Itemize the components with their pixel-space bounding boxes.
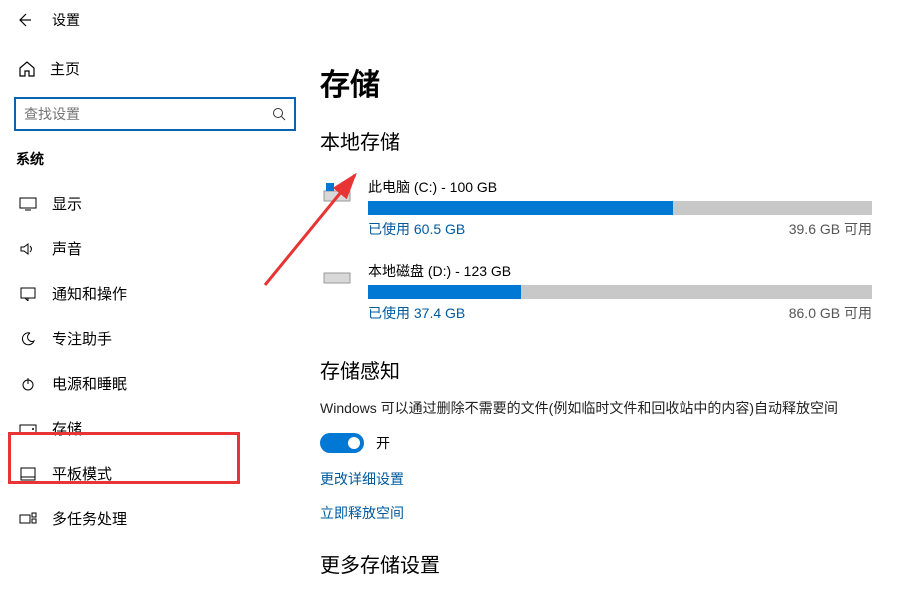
sidebar: 主页 系统 显示 声音 通知和操作 专注助手 电源和睡眠 <box>0 40 310 597</box>
link-change-settings[interactable]: 更改详细设置 <box>320 469 872 489</box>
search-input[interactable] <box>24 106 272 122</box>
nav-label: 电源和睡眠 <box>52 373 127 394</box>
more-storage-heading: 更多存储设置 <box>320 549 872 578</box>
nav-label: 通知和操作 <box>52 283 127 304</box>
drive-c-name: 此电脑 (C:) - 100 GB <box>368 177 872 197</box>
nav-label: 存储 <box>52 418 82 439</box>
drive-d[interactable]: 本地磁盘 (D:) - 123 GB 已使用 37.4 GB 86.0 GB 可… <box>320 257 872 327</box>
power-icon <box>18 376 38 392</box>
sidebar-item-multitask[interactable]: 多任务处理 <box>14 496 296 541</box>
search-icon <box>272 107 286 121</box>
window-title: 设置 <box>52 10 80 30</box>
drive-c[interactable]: 此电脑 (C:) - 100 GB 已使用 60.5 GB 39.6 GB 可用 <box>320 173 872 243</box>
sound-icon <box>18 242 38 256</box>
search-input-box[interactable] <box>14 97 296 131</box>
sidebar-home[interactable]: 主页 <box>14 50 296 87</box>
drive-d-used: 已使用 37.4 GB <box>368 303 465 323</box>
drive-d-name: 本地磁盘 (D:) - 123 GB <box>368 261 872 281</box>
notification-icon <box>18 287 38 301</box>
drive-d-bar <box>368 285 872 299</box>
sidebar-item-focus[interactable]: 专注助手 <box>14 316 296 361</box>
sidebar-item-notifications[interactable]: 通知和操作 <box>14 271 296 316</box>
sidebar-home-label: 主页 <box>50 58 80 79</box>
nav-label: 显示 <box>52 193 82 214</box>
sidebar-item-tablet[interactable]: 平板模式 <box>14 451 296 496</box>
multitask-icon <box>18 512 38 526</box>
sidebar-section-label: 系统 <box>14 149 296 169</box>
nav-label: 专注助手 <box>52 328 112 349</box>
sidebar-item-storage[interactable]: 存储 <box>14 406 296 451</box>
storage-sense-desc: Windows 可以通过删除不需要的文件(例如临时文件和回收站中的内容)自动释放… <box>320 398 872 419</box>
page-title: 存储 <box>320 60 872 104</box>
link-free-space[interactable]: 立即释放空间 <box>320 503 872 523</box>
tablet-icon <box>18 467 38 481</box>
sidebar-item-power[interactable]: 电源和睡眠 <box>14 361 296 406</box>
drive-c-free: 39.6 GB 可用 <box>789 219 872 239</box>
display-icon <box>18 197 38 211</box>
drive-d-icon <box>320 263 354 291</box>
local-storage-heading: 本地存储 <box>320 126 872 155</box>
drive-c-icon <box>320 179 354 207</box>
nav-label: 声音 <box>52 238 82 259</box>
back-button[interactable] <box>14 10 34 30</box>
nav-label: 多任务处理 <box>52 508 127 529</box>
toggle-label: 开 <box>376 433 390 453</box>
focus-icon <box>18 331 38 347</box>
storage-icon <box>18 424 38 434</box>
main-content: 存储 本地存储 此电脑 (C:) - 100 GB 已使用 60.5 GB 39… <box>310 40 902 597</box>
drive-d-free: 86.0 GB 可用 <box>789 303 872 323</box>
sidebar-item-display[interactable]: 显示 <box>14 181 296 226</box>
nav-label: 平板模式 <box>52 463 112 484</box>
drive-c-used: 已使用 60.5 GB <box>368 219 465 239</box>
drive-c-bar <box>368 201 872 215</box>
storage-sense-heading: 存储感知 <box>320 355 872 384</box>
storage-sense-toggle[interactable] <box>320 433 364 453</box>
home-icon <box>18 60 36 78</box>
sidebar-item-sound[interactable]: 声音 <box>14 226 296 271</box>
